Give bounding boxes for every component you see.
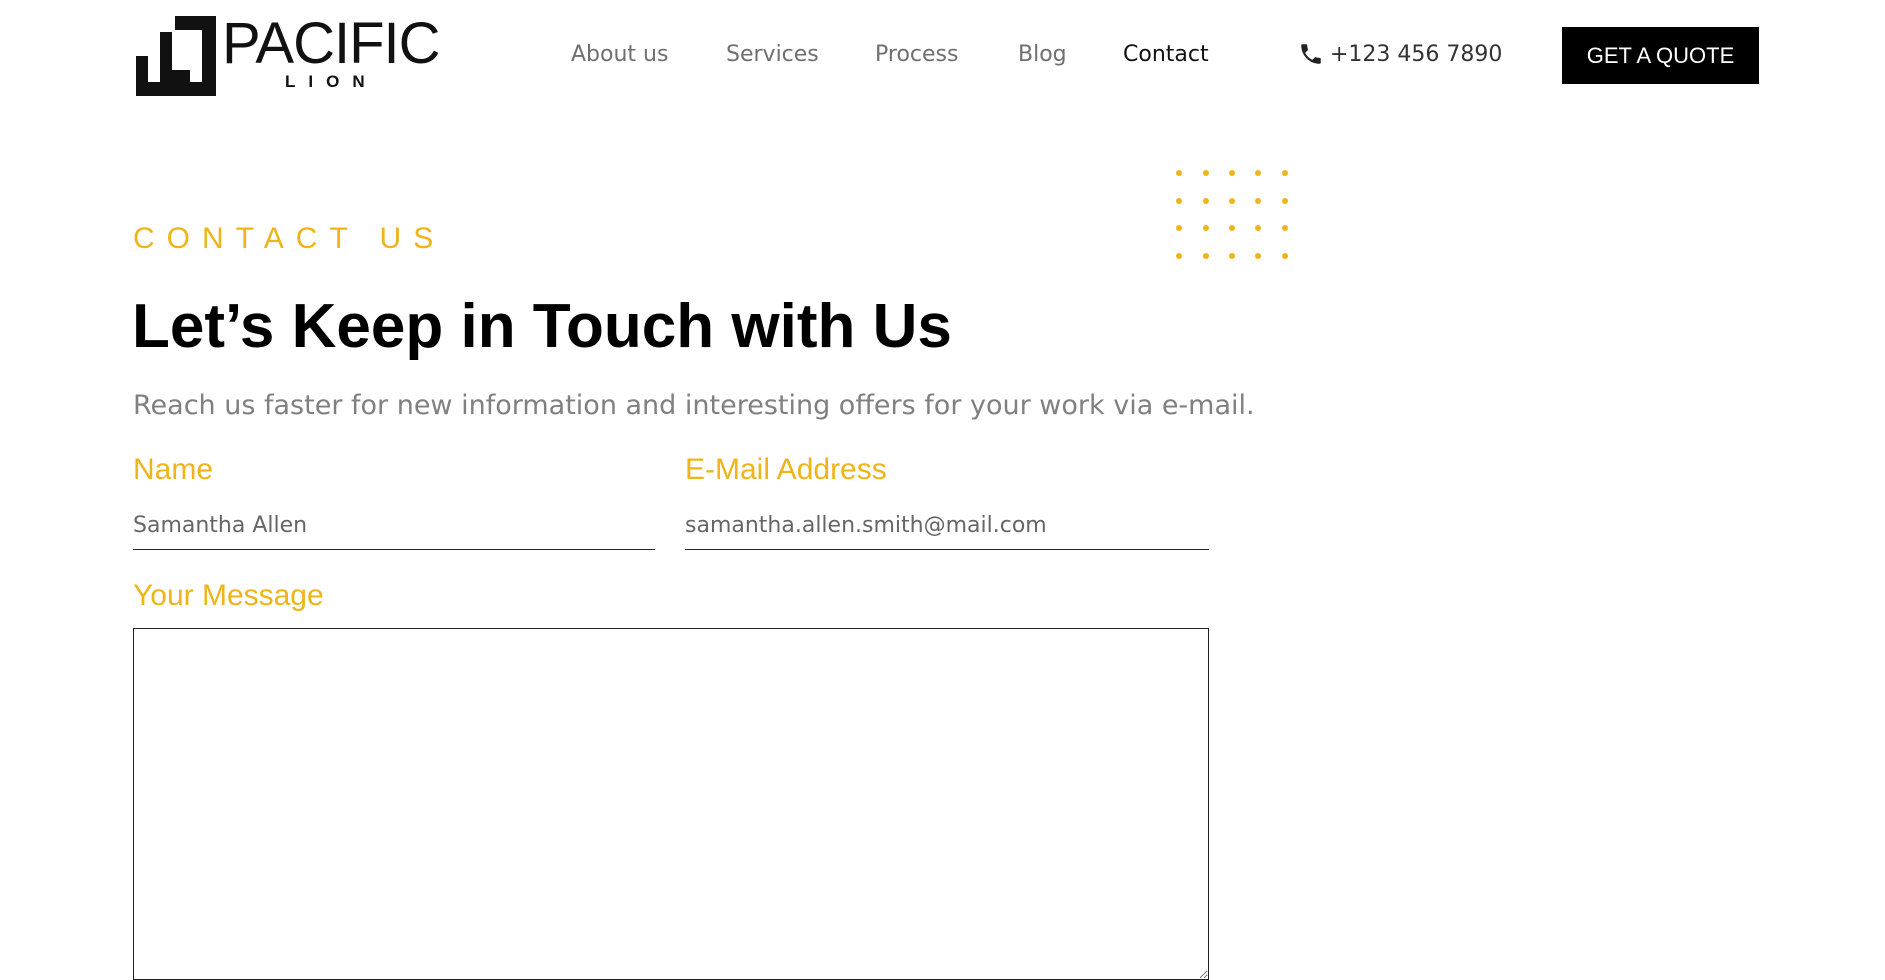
brand-name: PACIFIC: [222, 11, 440, 76]
nav-item-contact[interactable]: Contact: [1123, 38, 1209, 72]
phone-icon: [1301, 44, 1321, 64]
nav-item-services[interactable]: Services: [726, 38, 819, 72]
name-input[interactable]: [133, 502, 655, 550]
email-label: E-Mail Address: [685, 453, 887, 486]
get-a-quote-button[interactable]: GET A QUOTE: [1562, 27, 1759, 84]
phone-number: +123 456 7890: [1330, 42, 1503, 67]
logo-mark-icon: [136, 16, 216, 96]
page-title: Let’s Keep in Touch with Us: [132, 292, 952, 361]
phone-contact[interactable]: +123 456 7890: [1298, 38, 1502, 72]
logo[interactable]: PACIFIC LION: [132, 12, 440, 98]
email-input[interactable]: [685, 502, 1209, 550]
message-textarea[interactable]: [133, 628, 1209, 980]
decorative-dots-pattern: [1176, 170, 1288, 259]
nav-item-process[interactable]: Process: [875, 38, 958, 72]
page-description: Reach us faster for new information and …: [133, 390, 1255, 421]
message-label: Your Message: [133, 579, 324, 612]
nav-item-blog[interactable]: Blog: [1018, 38, 1067, 72]
section-eyebrow: CONTACT US: [133, 222, 446, 255]
name-label: Name: [133, 453, 214, 486]
site-header: PACIFIC LION About us Services Process B…: [0, 0, 1885, 110]
brand-tagline: LION: [285, 72, 378, 91]
nav-item-about[interactable]: About us: [571, 38, 668, 72]
